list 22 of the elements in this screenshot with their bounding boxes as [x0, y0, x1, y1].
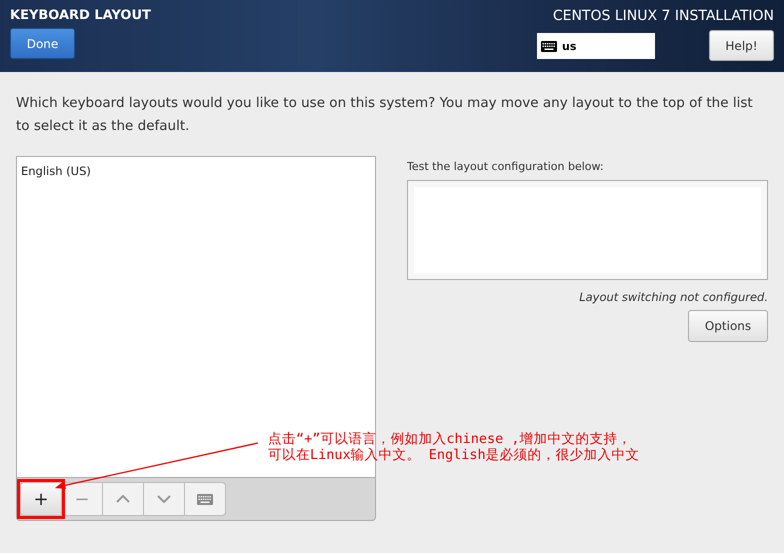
layout-item[interactable]: English (US) — [21, 163, 371, 179]
options-button[interactable]: Options — [688, 310, 768, 342]
layout-preview-button[interactable] — [184, 482, 226, 516]
add-button[interactable]: + — [20, 482, 62, 516]
move-up-button[interactable] — [102, 482, 144, 516]
test-input-field[interactable] — [407, 180, 768, 280]
annotation-text: 点击“+”可以语言，例如加入chinese ,增加中文的支持， — [268, 431, 633, 447]
move-down-button[interactable] — [143, 482, 185, 516]
annotation-text: 可以在Linux输入中文。 English是必须的，很少加入中文 — [268, 447, 640, 463]
done-button[interactable]: Done — [10, 28, 75, 59]
layout-indicator[interactable]: us — [537, 33, 655, 59]
layout-code: us — [562, 40, 576, 52]
keyboard-icon — [541, 40, 557, 52]
test-label: Test the layout configuration below: — [407, 160, 605, 173]
chevron-down-icon — [157, 495, 171, 503]
screen-title: KEYBOARD LAYOUT — [10, 8, 151, 23]
product-title: CENTOS LINUX 7 INSTALLATION — [552, 8, 774, 24]
keyboard-icon — [197, 494, 213, 504]
switching-note: Layout switching not configured. — [578, 290, 768, 304]
help-button[interactable]: Help! — [709, 30, 774, 61]
question-text: Which keyboard layouts would you like to use on this system? You may move any layout to the top of the list to select it as the default. — [16, 94, 754, 136]
chevron-up-icon — [116, 495, 130, 503]
